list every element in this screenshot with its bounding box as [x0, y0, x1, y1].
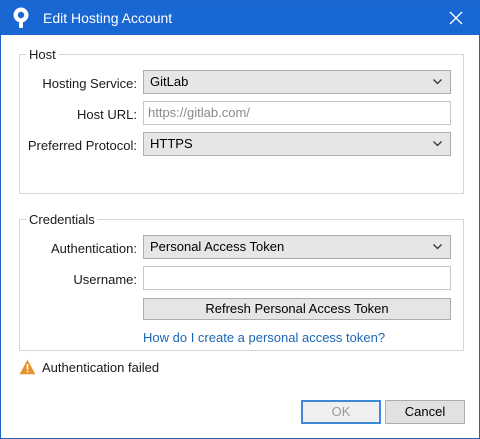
hosting-service-select[interactable]: GitLab	[143, 70, 451, 94]
title-bar: Edit Hosting Account	[1, 1, 479, 35]
authentication-label: Authentication:	[50, 241, 137, 256]
preferred-protocol-label: Preferred Protocol:	[27, 138, 137, 153]
warning-icon	[19, 359, 36, 375]
host-url-placeholder: https://gitlab.com/	[148, 105, 250, 120]
host-legend: Host	[29, 47, 56, 62]
preferred-protocol-select[interactable]: HTTPS	[143, 132, 451, 156]
preferred-protocol-value: HTTPS	[150, 136, 193, 151]
authentication-select[interactable]: Personal Access Token	[143, 235, 451, 259]
sourcetree-logo-icon	[13, 7, 29, 28]
hosting-service-label: Hosting Service:	[42, 76, 137, 91]
chevron-down-icon	[433, 141, 442, 147]
status-message: Authentication failed	[42, 360, 160, 375]
create-token-help-link[interactable]: How do I create a personal access token?	[143, 330, 385, 345]
username-label: Username:	[73, 272, 137, 287]
chevron-down-icon	[433, 244, 442, 250]
host-url-label: Host URL:	[77, 107, 137, 122]
host-url-input[interactable]: https://gitlab.com/	[143, 101, 451, 125]
username-input[interactable]	[143, 266, 451, 290]
close-button[interactable]	[433, 1, 479, 35]
hosting-service-value: GitLab	[150, 74, 189, 89]
dialog-title: Edit Hosting Account	[43, 10, 173, 26]
ok-button[interactable]: OK	[301, 400, 381, 424]
close-icon	[449, 11, 463, 25]
edit-hosting-account-dialog: Edit Hosting Account Host Hosting Servic…	[0, 0, 480, 439]
chevron-down-icon	[433, 79, 442, 85]
credentials-legend: Credentials	[29, 212, 95, 227]
refresh-token-button[interactable]: Refresh Personal Access Token	[143, 298, 451, 320]
authentication-value: Personal Access Token	[150, 239, 285, 254]
cancel-button[interactable]: Cancel	[385, 400, 465, 424]
